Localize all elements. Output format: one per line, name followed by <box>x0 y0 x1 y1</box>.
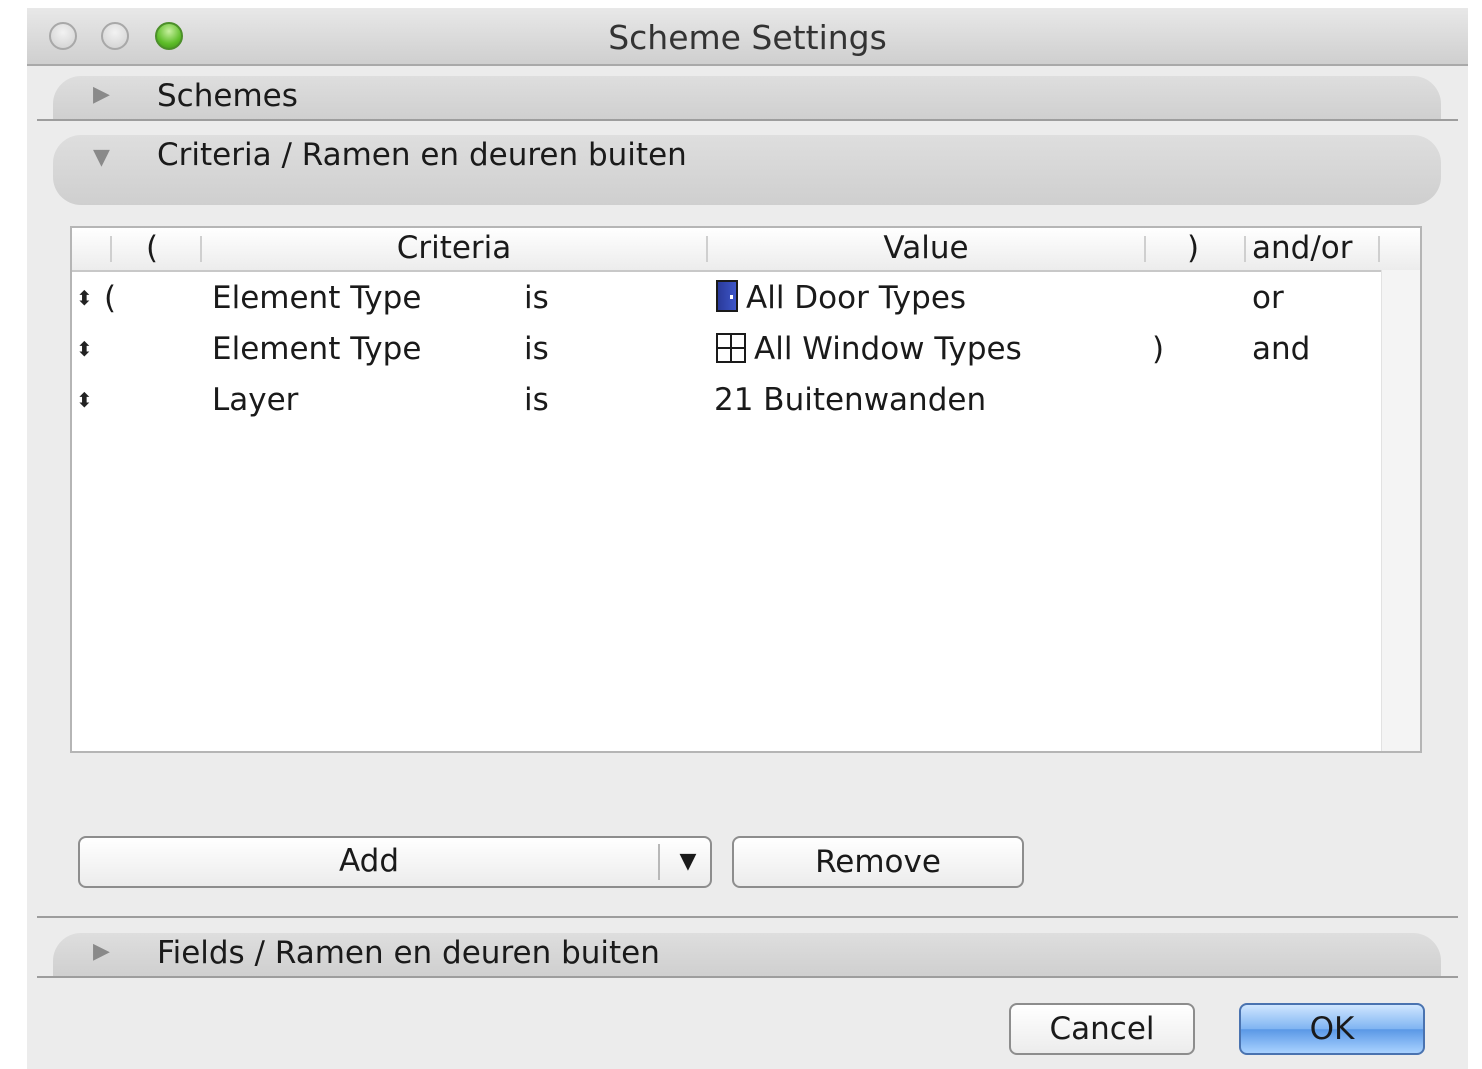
reorder-handle-icon[interactable]: ⬍ <box>76 337 93 361</box>
disclosure-right-icon[interactable]: ▶ <box>93 82 110 107</box>
section-label-criteria: Criteria / Ramen en deuren buiten <box>157 137 687 173</box>
table-row[interactable]: ⬍ Element Type is All Window Types ) and <box>72 327 1382 377</box>
disclosure-down-icon[interactable]: ▼ <box>93 145 110 170</box>
column-separator <box>1144 236 1146 262</box>
cell-and-or[interactable]: and <box>1252 331 1310 367</box>
divider <box>37 976 1458 978</box>
cell-operator[interactable]: is <box>524 280 549 316</box>
table-row[interactable]: ⬍ Layer is 21 Buitenwanden <box>72 378 1382 428</box>
column-header-criteria[interactable]: Criteria <box>202 230 706 266</box>
column-header-open-paren[interactable]: ( <box>142 230 162 266</box>
window-title: Scheme Settings <box>608 18 887 57</box>
cell-and-or[interactable]: or <box>1252 280 1284 316</box>
column-header-close-paren[interactable]: ) <box>1178 230 1208 266</box>
scheme-settings-dialog: Scheme Settings ▶ Schemes ▼ Criteria / R… <box>27 8 1468 1069</box>
cell-value-text: 21 Buitenwanden <box>714 382 987 418</box>
add-button-label: Add <box>338 843 400 879</box>
split-divider <box>658 844 660 880</box>
cell-operator[interactable]: is <box>524 331 549 367</box>
section-header-schemes[interactable]: ▶ Schemes <box>53 76 1441 120</box>
cell-value[interactable]: All Door Types <box>716 280 966 316</box>
reorder-handle-icon[interactable]: ⬍ <box>76 286 93 310</box>
table-row[interactable]: ⬍ ( Element Type is All Door Types or <box>72 276 1382 326</box>
column-separator <box>1244 236 1246 262</box>
cell-criteria[interactable]: Element Type <box>212 280 421 316</box>
divider <box>37 916 1458 918</box>
ok-button[interactable]: OK <box>1239 1003 1425 1055</box>
column-header-and-or[interactable]: and/or <box>1252 230 1372 266</box>
divider <box>37 119 1458 121</box>
cell-value[interactable]: 21 Buitenwanden <box>714 382 986 418</box>
cell-criteria[interactable]: Element Type <box>212 331 421 367</box>
dropdown-arrow-icon[interactable]: ▼ <box>670 838 706 886</box>
section-header-fields[interactable]: ▶ Fields / Ramen en deuren buiten <box>53 933 1441 977</box>
door-icon <box>716 280 738 312</box>
cell-open-paren[interactable]: ( <box>104 280 116 316</box>
disclosure-right-icon[interactable]: ▶ <box>93 939 110 964</box>
cell-value[interactable]: All Window Types <box>716 331 1022 367</box>
vertical-scrollbar[interactable] <box>1381 270 1420 751</box>
cell-operator[interactable]: is <box>524 382 549 418</box>
cell-value-text: All Door Types <box>746 280 967 316</box>
section-label-schemes: Schemes <box>157 78 298 114</box>
cell-value-text: All Window Types <box>754 331 1022 367</box>
title-bar[interactable]: Scheme Settings <box>27 8 1468 66</box>
column-separator <box>110 236 112 262</box>
cell-criteria[interactable]: Layer <box>212 382 298 418</box>
criteria-table[interactable]: ( Criteria Value ) and/or ⬍ ( Element Ty… <box>70 226 1422 753</box>
section-header-criteria[interactable]: ▼ Criteria / Ramen en deuren buiten <box>53 135 1441 205</box>
cell-close-paren[interactable]: ) <box>1152 331 1164 367</box>
add-button[interactable]: Add ▼ <box>78 836 712 888</box>
window-icon <box>716 333 746 363</box>
reorder-handle-icon[interactable]: ⬍ <box>76 388 93 412</box>
section-label-fields: Fields / Ramen en deuren buiten <box>157 935 660 971</box>
column-header-value[interactable]: Value <box>708 230 1144 266</box>
column-separator <box>1378 236 1380 262</box>
table-header: ( Criteria Value ) and/or <box>72 228 1420 272</box>
cancel-button[interactable]: Cancel <box>1009 1003 1195 1055</box>
remove-button[interactable]: Remove <box>732 836 1024 888</box>
